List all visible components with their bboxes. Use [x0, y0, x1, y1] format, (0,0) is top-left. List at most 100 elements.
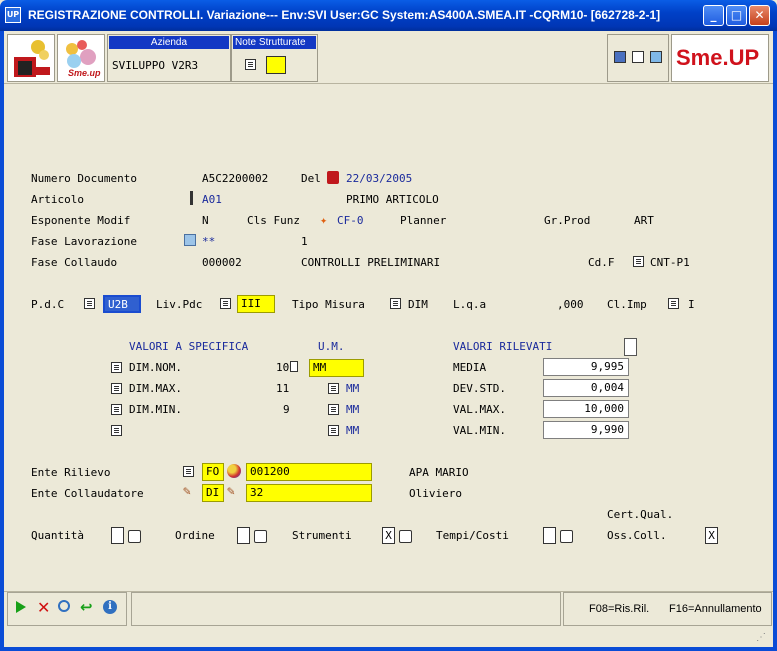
sme-logo-icon[interactable]: [7, 34, 55, 82]
ente-collaudatore-code-input[interactable]: DI: [202, 484, 224, 502]
spec-row-value: 10: [276, 361, 290, 374]
pdc-input[interactable]: U2B: [103, 295, 141, 313]
palette-icon[interactable]: [614, 51, 626, 63]
um-list-icon[interactable]: [328, 404, 339, 415]
play-icon[interactable]: [16, 601, 26, 613]
info-icon[interactable]: i: [103, 600, 117, 614]
cls-funz-label: Cls Funz: [247, 214, 300, 227]
esponente-value: N: [202, 214, 209, 227]
cdf-list-icon[interactable]: [633, 256, 644, 267]
book-icon[interactable]: [650, 51, 662, 63]
ente-rilievo-list-icon[interactable]: [183, 466, 194, 477]
tools-icon[interactable]: ✎: [227, 484, 235, 499]
back-arrow-icon[interactable]: ↩: [80, 598, 93, 616]
liv-pdc-label: Liv.Pdc: [156, 298, 203, 311]
pdc-list-icon[interactable]: [84, 298, 95, 309]
tipo-misura-list-icon[interactable]: [390, 298, 401, 309]
azienda-label: Azienda: [109, 36, 229, 49]
search-icon[interactable]: [58, 600, 70, 612]
maximize-button[interactable]: □: [726, 5, 747, 26]
spec-row-label: DIM.NOM.: [129, 361, 182, 374]
fase-coll-label: Fase Collaudo: [31, 256, 118, 269]
spec-row-list-icon[interactable]: [111, 362, 122, 373]
specifica-header: VALORI A SPECIFICA: [129, 340, 249, 353]
del-value[interactable]: 22/03/2005: [346, 172, 412, 185]
tempi-costi-expand-button[interactable]: [560, 530, 573, 543]
liv-pdc-list-icon[interactable]: [220, 298, 231, 309]
cdf-label: Cd.F: [588, 256, 615, 269]
strumenti-checkbox[interactable]: X: [382, 527, 395, 544]
f16-key[interactable]: F16=Annullamento: [669, 603, 762, 615]
spec-row-list-icon[interactable]: [111, 425, 122, 436]
minimize-button[interactable]: _: [703, 5, 724, 26]
cl-imp-label: Cl.Imp: [607, 298, 647, 311]
quantita-expand-button[interactable]: [128, 530, 141, 543]
close-button[interactable]: ✕: [749, 5, 770, 26]
strumenti-expand-button[interactable]: [399, 530, 412, 543]
f08-key[interactable]: F08=Ris.Ril.: [589, 603, 649, 615]
rilevati-valmax-field[interactable]: 10,000: [543, 400, 629, 418]
ordine-checkbox[interactable]: [237, 527, 250, 544]
rilevati-valmin-field[interactable]: 9,990: [543, 421, 629, 439]
spec-row-value: 9: [283, 403, 290, 416]
rilevati-label: DEV.STD.: [453, 382, 506, 395]
note-panel: Note Strutturate: [231, 34, 318, 82]
resize-grip-icon[interactable]: ⋰: [756, 632, 766, 643]
rilevati-devstd-field[interactable]: 0,004: [543, 379, 629, 397]
cert-qual-label: Cert.Qual.: [607, 508, 674, 521]
note-field[interactable]: [266, 56, 286, 74]
ordine-expand-button[interactable]: [254, 530, 267, 543]
phase-icon[interactable]: [184, 234, 196, 246]
spec-row-um: MM: [346, 403, 360, 416]
pin-icon[interactable]: [190, 191, 193, 205]
quantita-checkbox[interactable]: [111, 527, 124, 544]
pdc-label: P.d.C: [31, 298, 65, 311]
rilevati-label: VAL.MAX.: [453, 403, 506, 416]
numero-documento-label: Numero Documento: [31, 172, 137, 185]
spec-row-label: DIM.MAX.: [129, 382, 182, 395]
lqa-value: ,000: [557, 298, 584, 311]
articolo-value[interactable]: A01: [202, 193, 222, 206]
spin-icon[interactable]: [290, 361, 298, 372]
document-icon[interactable]: [632, 51, 644, 63]
main-form: Numero Documento A5C2200002 Del 22/03/20…: [4, 86, 773, 591]
ente-collaudatore-label: Ente Collaudatore: [31, 487, 144, 500]
rilevati-label: MEDIA: [453, 361, 487, 374]
title-bar[interactable]: UP REGISTRAZIONE CONTROLLI. Variazione--…: [0, 0, 777, 31]
fase-coll-desc: CONTROLLI PRELIMINARI: [301, 256, 441, 269]
del-label: Del: [301, 172, 321, 185]
um-list-icon[interactable]: [328, 383, 339, 394]
ente-collaudatore-input[interactable]: 32: [246, 484, 372, 502]
status-bar: ✕ ↩ i F08=Ris.Ril. F16=Annullamento ⋰: [4, 591, 773, 647]
tools-icon[interactable]: ✎: [183, 484, 191, 499]
brand-logo-text: Sme.UP: [676, 45, 760, 70]
um-input[interactable]: MM: [309, 359, 364, 377]
liv-pdc-input[interactable]: III: [237, 295, 275, 313]
fase-lav-value[interactable]: **: [202, 235, 215, 248]
cancel-icon[interactable]: ✕: [37, 598, 50, 617]
calendar-icon[interactable]: [327, 171, 339, 184]
rilevati-checkbox[interactable]: [624, 338, 637, 356]
oss-coll-checkbox[interactable]: X: [705, 527, 718, 544]
cdf-value: CNT-P1: [650, 256, 690, 269]
star-icon[interactable]: ✦: [320, 213, 327, 227]
um-list-icon[interactable]: [328, 425, 339, 436]
ente-rilievo-input[interactable]: 001200: [246, 463, 372, 481]
tempi-costi-checkbox[interactable]: [543, 527, 556, 544]
smeup-small-logo-icon[interactable]: Sme.up: [57, 34, 105, 82]
note-list-icon[interactable]: [245, 59, 256, 70]
rilevati-media-field[interactable]: 9,995: [543, 358, 629, 376]
numero-documento-value: A5C2200002: [202, 172, 269, 185]
ente-collaudatore-name: Oliviero: [409, 487, 462, 500]
cl-imp-list-icon[interactable]: [668, 298, 679, 309]
um-header: U.M.: [318, 340, 345, 353]
cls-funz-value[interactable]: CF-0: [337, 214, 364, 227]
fase-lav-label: Fase Lavorazione: [31, 235, 137, 248]
objects-icon[interactable]: [227, 464, 241, 478]
ente-rilievo-code-input[interactable]: FO: [202, 463, 224, 481]
strumenti-label: Strumenti: [292, 529, 352, 542]
cl-imp-value: I: [688, 298, 695, 311]
spec-row-list-icon[interactable]: [111, 383, 122, 394]
spec-row-list-icon[interactable]: [111, 404, 122, 415]
app-icon[interactable]: UP: [5, 7, 21, 23]
